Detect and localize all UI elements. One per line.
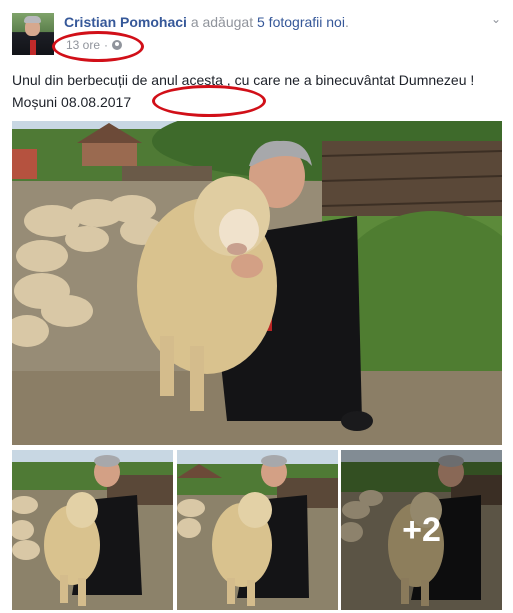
action-prefix: a adăugat xyxy=(190,14,254,30)
chevron-down-icon[interactable]: ⌄ xyxy=(489,12,503,26)
photo-thumbnail-2[interactable] xyxy=(177,450,338,610)
photos-link[interactable]: 5 fotografii noi xyxy=(257,14,345,30)
thumbnail-2-illustration xyxy=(177,450,338,610)
avatar-hair xyxy=(24,16,41,23)
photo-thumbnail-1[interactable] xyxy=(12,450,173,610)
author-name-link[interactable]: Cristian Pomohaci xyxy=(64,14,187,30)
photo-priest-with-ram[interactable] xyxy=(12,121,502,445)
action-suffix: . xyxy=(344,14,349,30)
post-header: Cristian Pomohaci a adăugat 5 fotografii… xyxy=(0,0,513,62)
post-date: 08.08.2017 xyxy=(61,94,132,110)
red-circle-annotation-timestamp xyxy=(52,31,144,62)
author-avatar[interactable] xyxy=(12,13,54,55)
thumbnail-1-illustration xyxy=(12,450,173,610)
post-title-line: Cristian Pomohaci a adăugat 5 fotografii… xyxy=(64,14,349,30)
more-photos-overlay[interactable]: +2 xyxy=(341,450,502,610)
avatar-collar xyxy=(30,40,36,55)
red-circle-annotation-date xyxy=(152,85,266,117)
photo-thumbnail-3[interactable]: +2 xyxy=(341,450,502,610)
main-photo-illustration xyxy=(12,121,502,445)
